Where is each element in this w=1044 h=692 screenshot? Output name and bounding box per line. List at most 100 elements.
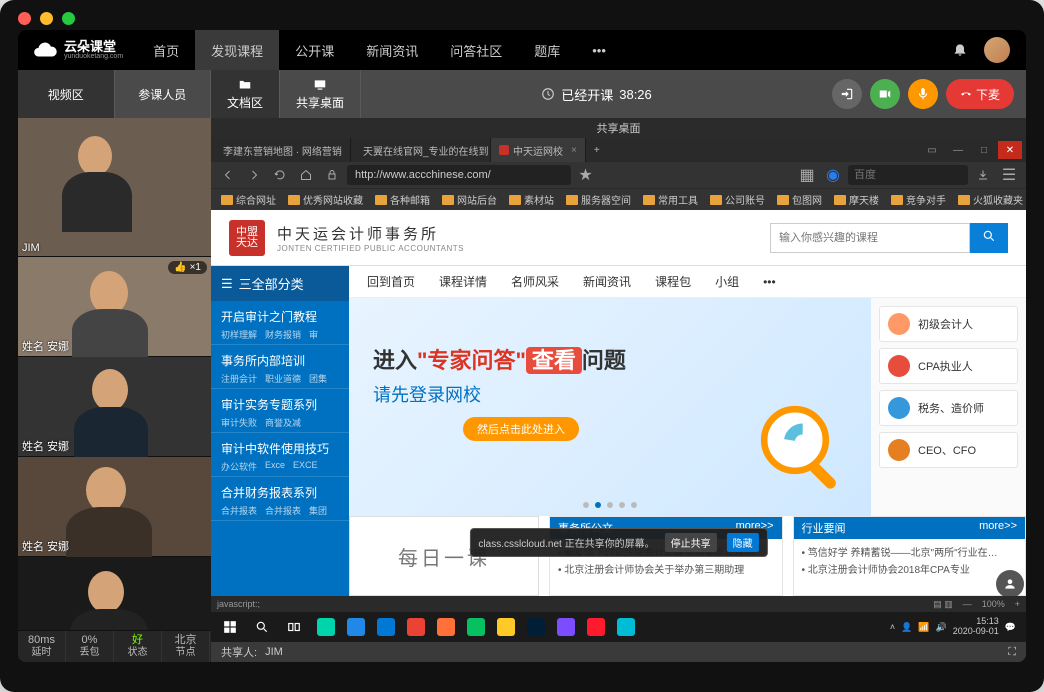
tray-up-icon[interactable]: ˄ bbox=[890, 622, 895, 632]
nav-item[interactable]: 发现课程 bbox=[195, 30, 279, 70]
nav-item[interactable]: 公开课 bbox=[279, 30, 350, 70]
taskbar-app-firefox[interactable] bbox=[431, 614, 461, 640]
video-tile[interactable]: JIM bbox=[18, 118, 211, 257]
role-card[interactable]: 税务、造价师 bbox=[879, 390, 1018, 426]
site-search-input[interactable] bbox=[770, 223, 970, 253]
site-tab[interactable]: 名师风采 bbox=[511, 273, 559, 290]
role-card[interactable]: CPA执业人 bbox=[879, 348, 1018, 384]
taskbar-app-folder[interactable] bbox=[491, 614, 521, 640]
star-icon[interactable]: ★ bbox=[575, 165, 597, 185]
logo[interactable]: 云朵课堂 yunduoketang.com bbox=[18, 37, 137, 63]
tool-docs[interactable]: 文档区 bbox=[211, 70, 280, 118]
browser-tab[interactable]: 中天运网校× bbox=[491, 138, 586, 162]
mac-zoom[interactable] bbox=[62, 12, 75, 25]
download-icon[interactable] bbox=[972, 165, 994, 185]
tray-wifi-icon[interactable]: 📶 bbox=[918, 622, 929, 633]
task-view[interactable] bbox=[279, 614, 309, 640]
nav-forward[interactable] bbox=[243, 165, 265, 185]
browser-search[interactable] bbox=[848, 165, 968, 185]
slide-dot[interactable] bbox=[631, 502, 637, 508]
sidebar-tab[interactable]: 参课人员 bbox=[115, 70, 212, 118]
category-item[interactable]: 审计中软件使用技巧办公软件ExceEXCE bbox=[211, 433, 349, 477]
notification-center[interactable]: 💬 bbox=[1005, 622, 1016, 633]
taskbar-app-maxthon[interactable] bbox=[341, 614, 371, 640]
taskbar-app-app1[interactable] bbox=[551, 614, 581, 640]
camera-button[interactable] bbox=[870, 79, 900, 109]
expand-icon[interactable]: ⛶ bbox=[1008, 646, 1016, 659]
browser-close[interactable]: ✕ bbox=[998, 141, 1022, 159]
mac-close[interactable] bbox=[18, 12, 31, 25]
hide-notice-button[interactable]: 隐藏 bbox=[727, 533, 759, 552]
sidebar-tab[interactable]: 视频区 bbox=[18, 70, 115, 118]
browser-tab[interactable]: 天翼在线官网_专业的在线到× bbox=[351, 138, 491, 162]
taskbar-search[interactable] bbox=[247, 614, 277, 640]
tray-people-icon[interactable]: 👤 bbox=[901, 622, 912, 633]
site-tab[interactable]: ••• bbox=[763, 275, 776, 289]
site-search-button[interactable] bbox=[970, 223, 1008, 253]
browser-maximize[interactable]: □ bbox=[972, 141, 996, 159]
site-tab[interactable]: 课程详情 bbox=[439, 273, 487, 290]
nav-home[interactable] bbox=[295, 165, 317, 185]
site-tab[interactable]: 回到首页 bbox=[367, 273, 415, 290]
bookmark-item[interactable]: 网站后台 bbox=[438, 192, 501, 207]
category-item[interactable]: 开启审计之门教程初样理解财务报销审 bbox=[211, 301, 349, 345]
news-item[interactable]: • 北京注册会计师协会2018年CPA专业 bbox=[802, 560, 1018, 577]
taskbar-app-photoshop[interactable] bbox=[521, 614, 551, 640]
role-card[interactable]: 初级会计人 bbox=[879, 306, 1018, 342]
tool-share-desktop[interactable]: 共享桌面 bbox=[280, 70, 361, 118]
logout-button[interactable] bbox=[832, 79, 862, 109]
taskbar-app-monitor[interactable] bbox=[311, 614, 341, 640]
bookmark-item[interactable]: 素材站 bbox=[505, 192, 558, 207]
dock-person-icon[interactable] bbox=[996, 570, 1024, 596]
url-input[interactable] bbox=[347, 165, 571, 185]
category-item[interactable]: 事务所内部培训注册会计职业道德团集 bbox=[211, 345, 349, 389]
nav-item[interactable]: 新闻资讯 bbox=[350, 30, 434, 70]
offstage-button[interactable]: 下麦 bbox=[946, 79, 1014, 109]
bookmark-item[interactable]: 包图网 bbox=[773, 192, 826, 207]
browser-tool-1[interactable]: ▭ bbox=[920, 141, 944, 159]
browser-minimize[interactable]: — bbox=[946, 141, 970, 159]
video-tile[interactable]: 姓名 安娜 bbox=[18, 457, 211, 557]
tray-sound-icon[interactable]: 🔊 bbox=[936, 622, 947, 633]
nav-item[interactable]: 首页 bbox=[137, 30, 195, 70]
mic-button[interactable] bbox=[908, 79, 938, 109]
user-avatar[interactable] bbox=[984, 37, 1010, 63]
slide-dot[interactable] bbox=[583, 502, 589, 508]
taskbar-app-wechat[interactable] bbox=[461, 614, 491, 640]
taskbar-app-chrome[interactable] bbox=[401, 614, 431, 640]
bookmark-item[interactable]: 摩天楼 bbox=[830, 192, 883, 207]
bookmark-item[interactable]: 常用工具 bbox=[639, 192, 702, 207]
close-icon[interactable]: × bbox=[571, 145, 577, 156]
stop-share-button[interactable]: 停止共享 bbox=[665, 533, 717, 552]
menu-icon[interactable]: ☰ bbox=[998, 165, 1020, 185]
apps-icon[interactable]: ▦ bbox=[796, 165, 818, 185]
split-icon[interactable]: ▤ ▥ bbox=[933, 599, 953, 610]
new-tab-button[interactable]: + bbox=[586, 145, 608, 156]
bookmark-item[interactable]: 服务器空间 bbox=[562, 192, 635, 207]
category-nav-title[interactable]: ☰三全部分类 bbox=[211, 266, 349, 301]
nav-reload[interactable] bbox=[269, 165, 291, 185]
video-tile[interactable]: 👍 ×1姓名 安娜 bbox=[18, 257, 211, 357]
video-tile[interactable]: 姓名 安娜 bbox=[18, 357, 211, 457]
slide-dot[interactable] bbox=[619, 502, 625, 508]
bell-icon[interactable] bbox=[952, 41, 968, 60]
bookmark-item[interactable]: 各种邮箱 bbox=[371, 192, 434, 207]
bookmark-item[interactable]: 综合网址 bbox=[217, 192, 280, 207]
slide-dot[interactable] bbox=[607, 502, 613, 508]
site-tab[interactable]: 小组 bbox=[715, 273, 739, 290]
taskbar-app-opera[interactable] bbox=[581, 614, 611, 640]
bookmark-item[interactable]: 优秀网站收藏 bbox=[284, 192, 367, 207]
nav-item[interactable]: 问答社区 bbox=[434, 30, 518, 70]
site-tab[interactable]: 新闻资讯 bbox=[583, 273, 631, 290]
start-button[interactable] bbox=[215, 614, 245, 640]
bookmark-item[interactable]: 火狐收藏夹 bbox=[954, 192, 1026, 207]
news-item[interactable]: • 北京注册会计师协会关于举办第三期助理 bbox=[558, 560, 774, 577]
video-tile[interactable] bbox=[18, 557, 211, 630]
hero-banner[interactable]: 进入"专家问答"查看问题 请先登录网校 然后点击此处进入 bbox=[349, 298, 871, 516]
news-item[interactable]: • 笃信好学 养精蓄锐——北京"两所"行业在… bbox=[802, 543, 1018, 560]
system-clock[interactable]: 15:13 2020-09-01 bbox=[953, 617, 999, 637]
taskbar-app-edge[interactable] bbox=[371, 614, 401, 640]
browser-tab[interactable]: 李建东营销地图 · 网络营销× bbox=[211, 138, 351, 162]
more-link[interactable]: more>> bbox=[979, 520, 1017, 536]
bookmark-item[interactable]: 竞争对手 bbox=[887, 192, 950, 207]
